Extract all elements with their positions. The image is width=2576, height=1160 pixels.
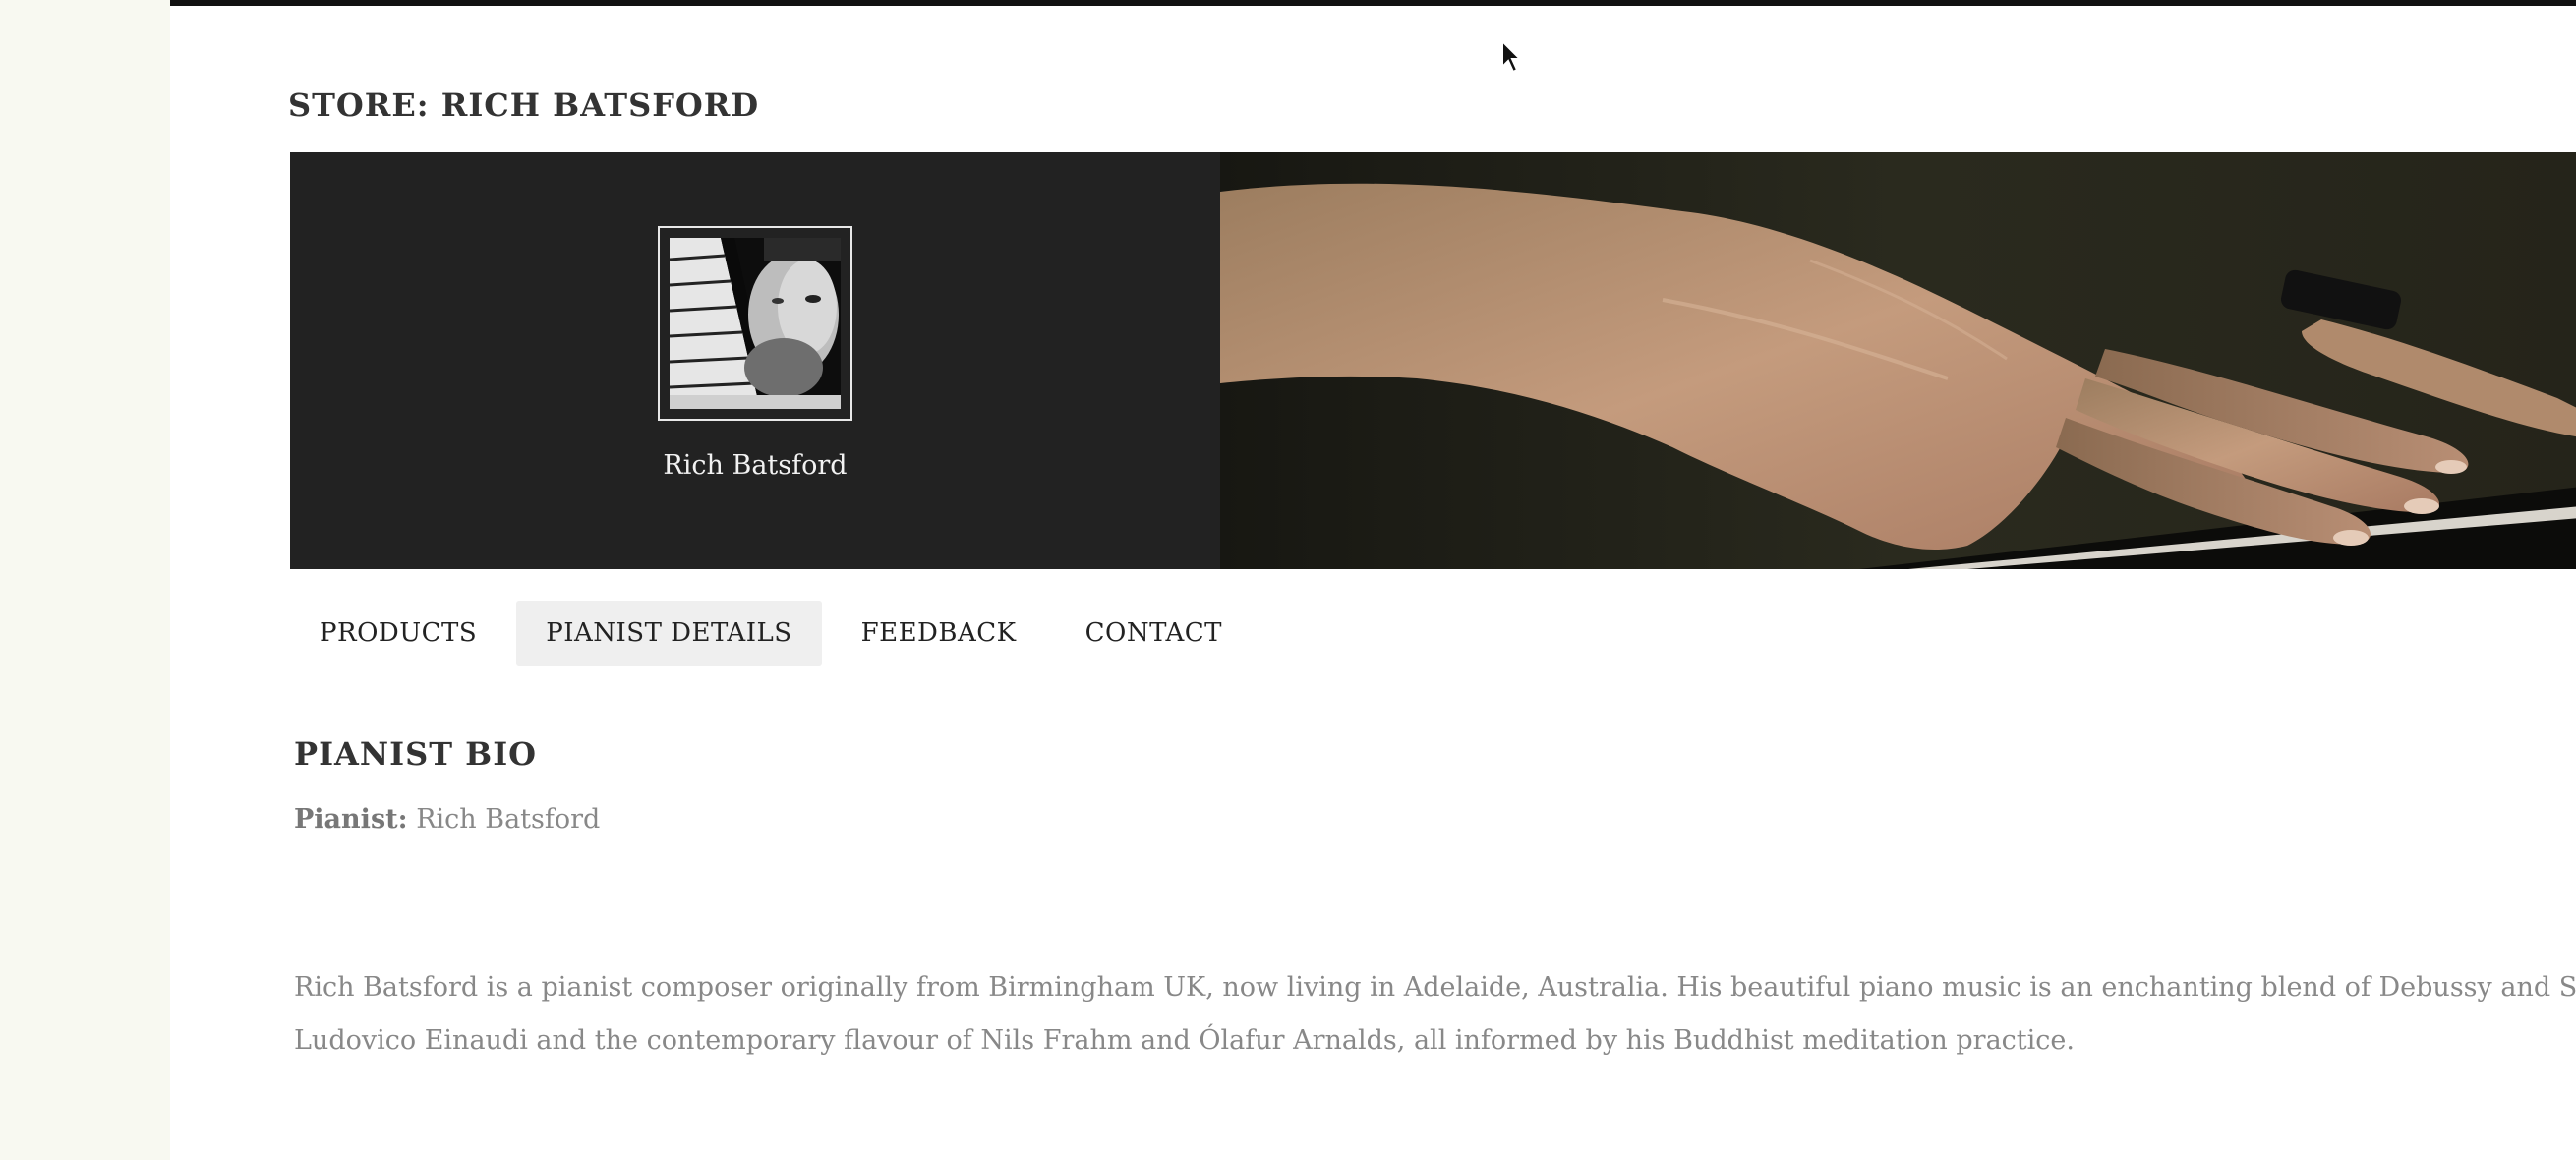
section-heading: PIANIST BIO: [294, 735, 538, 773]
bio-line: Ludovico Einaudi and the contemporary fl…: [294, 1025, 2075, 1056]
banner-photo-hands-on-piano: [1220, 152, 2576, 569]
top-bar: [170, 0, 2576, 6]
avatar-photo: [670, 238, 841, 409]
tab-products[interactable]: PRODUCTS: [290, 601, 506, 666]
pianist-field: Pianist: Rich Batsford: [294, 804, 600, 835]
left-page-margin: [0, 0, 171, 1160]
bio-text: Rich Batsford is a pianist composer orig…: [294, 961, 2576, 1068]
avatar[interactable]: [658, 226, 852, 421]
store-owner-name[interactable]: Rich Batsford: [290, 450, 1220, 481]
pianist-label: Pianist:: [294, 804, 408, 835]
pianist-value: Rich Batsford: [416, 804, 601, 835]
bio-line: Rich Batsford is a pianist composer orig…: [294, 972, 2576, 1003]
tab-feedback[interactable]: FEEDBACK: [832, 601, 1046, 666]
tab-contact[interactable]: CONTACT: [1056, 601, 1252, 666]
store-tabs: PRODUCTS PIANIST DETAILS FEEDBACK CONTAC…: [290, 601, 1252, 666]
banner-profile-panel: Rich Batsford: [290, 152, 1220, 569]
store-page: STORE: RICH BATSFORD Rich Batsford PRODU…: [170, 0, 2576, 1160]
store-title: STORE: RICH BATSFORD: [288, 87, 760, 124]
mouse-cursor-icon: [1501, 38, 1523, 78]
tab-pianist-details[interactable]: PIANIST DETAILS: [516, 601, 822, 666]
store-banner: Rich Batsford: [290, 152, 2576, 569]
